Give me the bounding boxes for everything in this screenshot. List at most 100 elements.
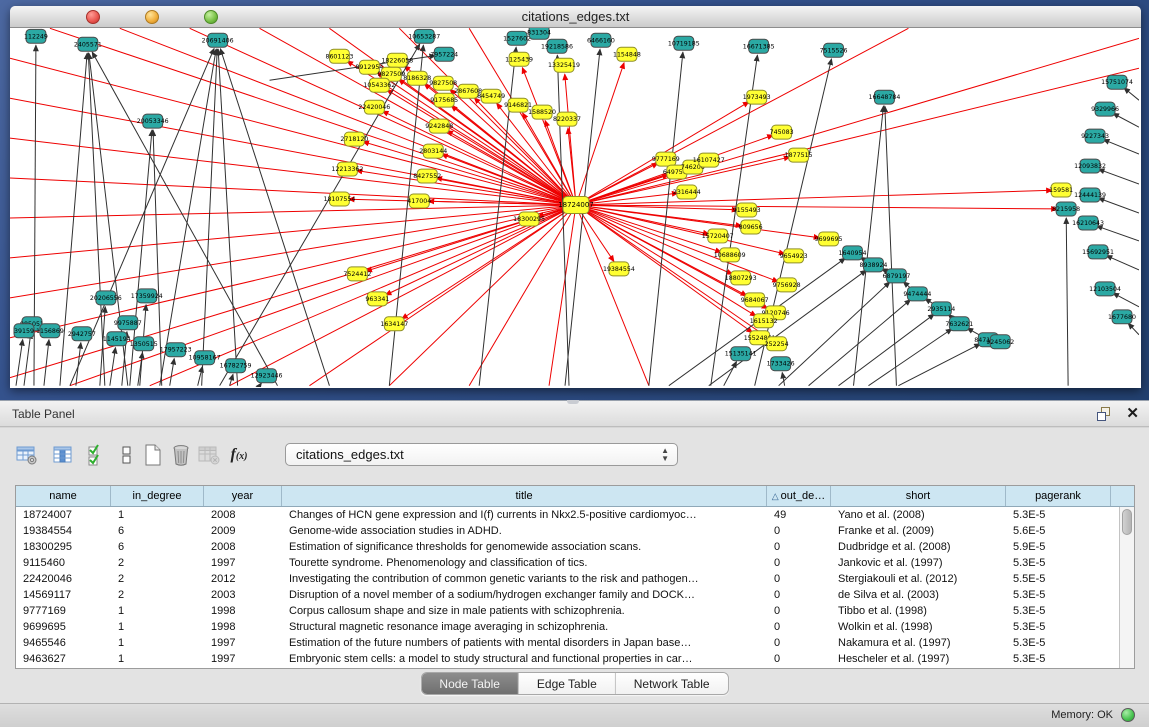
table-cell[interactable]: 6 [111, 539, 204, 555]
graph-node-9777169[interactable]: 9777169 [652, 152, 680, 166]
table-cell[interactable]: 1998 [204, 603, 282, 619]
graph-node-9474444[interactable]: 9474444 [903, 287, 931, 301]
graph-node-10688609[interactable]: 10688609 [714, 248, 746, 262]
table-cell[interactable]: Disruption of a novel member of a sodium… [282, 587, 767, 603]
table-row[interactable]: 1830029562008Estimation of significance … [16, 539, 1134, 555]
graph-node-16782759[interactable]: 16782759 [220, 359, 252, 373]
table-cell[interactable]: Genome-wide association studies in ADHD. [282, 523, 767, 539]
citation-edge-black[interactable] [24, 333, 31, 386]
table-cell[interactable]: 0 [767, 651, 831, 667]
graph-node-417004[interactable]: 417004 [407, 194, 431, 208]
table-cell[interactable]: 5.3E-5 [1006, 651, 1111, 667]
table-cell[interactable]: 5.3E-5 [1006, 603, 1111, 619]
create-table-icon[interactable] [140, 442, 166, 468]
table-cell[interactable]: 0 [767, 523, 831, 539]
table-cell[interactable]: 5.3E-5 [1006, 555, 1111, 571]
graph-node-1640954[interactable]: 1640954 [839, 246, 867, 260]
close-panel-icon[interactable]: ✕ [1126, 404, 1139, 422]
graph-node-20053346[interactable]: 20053346 [137, 114, 169, 128]
table-cell[interactable]: 9777169 [16, 603, 111, 619]
citation-edge-black[interactable] [218, 49, 237, 385]
table-cell[interactable]: 2009 [204, 523, 282, 539]
memory-ok-icon[interactable] [1121, 708, 1135, 722]
graph-node-19218586[interactable]: 19218586 [541, 39, 573, 53]
table-cell[interactable]: 2008 [204, 507, 282, 523]
graph-node-7632621[interactable]: 7632621 [945, 317, 973, 331]
graph-node-2316444[interactable]: 2316444 [673, 185, 701, 199]
table-cell[interactable]: 49 [767, 507, 831, 523]
graph-node-1677680[interactable]: 1677680 [1108, 310, 1136, 324]
table-cell[interactable]: 1997 [204, 555, 282, 571]
graph-node-8601123[interactable]: 8601123 [325, 49, 353, 63]
table-cell[interactable]: 1998 [204, 619, 282, 635]
graph-node-1154848[interactable]: 1154848 [613, 47, 641, 61]
citation-edge-black[interactable] [202, 49, 218, 385]
table-cell[interactable]: 0 [767, 539, 831, 555]
graph-node-1615132[interactable]: 1615132 [750, 314, 778, 328]
table-cell[interactable]: 5.9E-5 [1006, 539, 1111, 555]
citation-edge-black[interactable] [1113, 293, 1139, 307]
citation-edge-red[interactable] [309, 205, 576, 386]
graph-node-159581[interactable]: 159581 [1049, 183, 1073, 197]
graph-node-16648784[interactable]: 16648784 [868, 90, 900, 104]
graph-node-15135141[interactable]: 15135141 [725, 347, 757, 361]
graph-node-1145194[interactable]: 1145194 [103, 332, 131, 346]
citation-edge-black[interactable] [1099, 169, 1139, 184]
select-all-rows-icon[interactable] [84, 442, 110, 468]
citation-edge-black[interactable] [76, 343, 81, 386]
table-row[interactable]: 911546021997Tourette syndrome. Phenomeno… [16, 555, 1134, 571]
graph-node-1877515[interactable]: 1877515 [785, 148, 813, 162]
citation-edge-black[interactable] [1099, 198, 1139, 213]
table-cell[interactable]: Estimation of the future numbers of pati… [282, 635, 767, 651]
column-header-short[interactable]: short [831, 486, 1006, 506]
graph-node-7957224[interactable]: 7957224 [430, 47, 458, 61]
citation-edge-black[interactable] [809, 300, 911, 386]
graph-node-39159[interactable]: 39159 [14, 324, 34, 338]
graph-node-8186328[interactable]: 8186328 [403, 71, 431, 85]
graph-node-7515526[interactable]: 7515526 [820, 43, 848, 57]
table-cell[interactable]: 0 [767, 619, 831, 635]
table-cell[interactable]: Investigating the contribution of common… [282, 571, 767, 587]
graph-node-6466160[interactable]: 6466160 [587, 33, 615, 47]
table-cell[interactable]: Changes of HCN gene expression and I(f) … [282, 507, 767, 523]
graph-node-9699695[interactable]: 9699695 [815, 232, 843, 246]
citation-edge-red[interactable] [565, 74, 576, 205]
table-cell[interactable]: Tibbo et al. (1998) [831, 603, 1006, 619]
graph-node-9329966[interactable]: 9329966 [1091, 102, 1119, 116]
table-cell[interactable]: 5.6E-5 [1006, 523, 1111, 539]
table-cell[interactable]: Corpus callosum shape and size in male p… [282, 603, 767, 619]
table-row[interactable]: 1938455462009Genome-wide association stu… [16, 523, 1134, 539]
table-row[interactable]: 977716911998Corpus callosum shape and si… [16, 603, 1134, 619]
table-cell[interactable]: 9115460 [16, 555, 111, 571]
graph-node-10719185[interactable]: 10719185 [668, 36, 700, 50]
tab-network-table[interactable]: Network Table [616, 673, 728, 694]
graph-node-13325419[interactable]: 13325419 [548, 58, 580, 72]
graph-node-2935114[interactable]: 2935114 [927, 302, 955, 316]
column-header-in_degree[interactable]: in_degree [111, 486, 204, 506]
graph-node-8220337[interactable]: 8220337 [553, 112, 581, 126]
table-cell[interactable]: Embryonic stem cells: a model to study s… [282, 651, 767, 667]
citation-edge-black[interactable] [1106, 256, 1139, 270]
function-builder-icon[interactable]: f(x) [226, 442, 252, 468]
graph-node-7524412[interactable]: 7524412 [343, 267, 371, 281]
citation-edge-black[interactable] [260, 383, 262, 386]
table-cell[interactable]: 1 [111, 635, 204, 651]
table-cell[interactable]: 2008 [204, 539, 282, 555]
table-row[interactable]: 2242004622012Investigating the contribut… [16, 571, 1134, 587]
graph-node-9227343[interactable]: 9227343 [1081, 129, 1109, 143]
table-cell[interactable]: 5.3E-5 [1006, 587, 1111, 603]
citation-edge-black[interactable] [110, 348, 116, 386]
graph-node-8938924[interactable]: 8938924 [860, 258, 888, 272]
table-cell[interactable]: Estimation of significance thresholds fo… [282, 539, 767, 555]
graph-node-9756928[interactable]: 9756928 [773, 278, 801, 292]
table-cell[interactable]: 5.3E-5 [1006, 619, 1111, 635]
table-row[interactable]: 946554611997Estimation of the future num… [16, 635, 1134, 651]
citation-edge-red[interactable] [50, 28, 576, 205]
column-header-year[interactable]: year [204, 486, 282, 506]
graph-node-252254[interactable]: 252254 [765, 337, 789, 351]
table-cell[interactable]: 0 [767, 571, 831, 587]
citation-edge-red[interactable] [576, 190, 1052, 205]
graph-node-809656[interactable]: 809656 [739, 220, 763, 234]
graph-node-17359924[interactable]: 17359924 [131, 289, 163, 303]
table-cell[interactable]: 9463627 [16, 651, 111, 667]
